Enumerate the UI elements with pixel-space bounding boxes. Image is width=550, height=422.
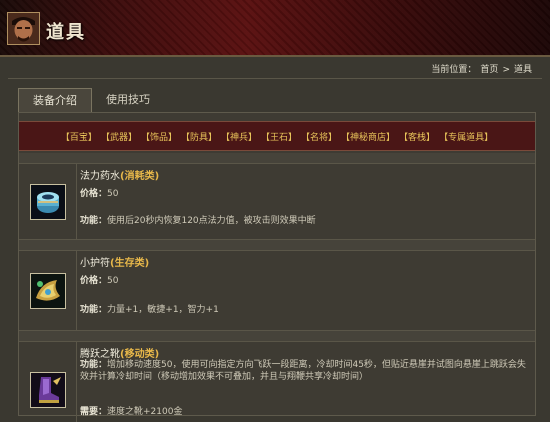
item-requirement: 需要：速度之靴+2100金 — [80, 404, 182, 417]
category-link-armor[interactable]: 【防具】 — [181, 130, 217, 143]
item-name: 腾跃之靴(移动类) — [80, 345, 159, 360]
item-function: 功能：增加移动速度50，使用可向指定方向飞跃一段距离，冷却时间45秒，但贴近悬崖… — [80, 359, 530, 383]
item-icon-cell — [19, 251, 77, 330]
tab-bar: 装备介绍 使用技巧 — [18, 88, 164, 112]
item-type: (生存类) — [110, 258, 150, 269]
item-row-leaping-boots: 腾跃之靴(移动类) 功能：增加移动速度50，使用可向指定方向飞跃一段距离，冷却时… — [19, 342, 535, 422]
function-text: 使用后20秒内恢复120点法力值，被攻击则效果中断 — [107, 216, 316, 226]
price-value: 50 — [107, 276, 119, 286]
category-link-inn[interactable]: 【客栈】 — [399, 130, 435, 143]
character-portrait — [7, 12, 40, 45]
function-label: 功能： — [80, 360, 108, 370]
category-link-weapons[interactable]: 【武器】 — [101, 130, 137, 143]
category-bar: 【百宝】 【武器】 【饰品】 【防具】 【神兵】 【王石】 【名将】 【神秘商店… — [19, 121, 535, 151]
breadcrumb-current: 道具 — [513, 65, 532, 75]
item-icon-cell — [19, 342, 77, 422]
header-divider — [8, 78, 542, 79]
item-type: (消耗类) — [120, 171, 160, 182]
item-price: 价格：50 — [80, 273, 118, 286]
item-name-text: 法力药水 — [80, 171, 120, 182]
item-row-small-amulet: 小护符(生存类) 价格：50 功能：力量+1，敏捷+1，智力+1 — [19, 251, 535, 331]
item-function: 功能：力量+1，敏捷+1，智力+1 — [80, 302, 219, 315]
tab-usage-tips[interactable]: 使用技巧 — [92, 88, 164, 112]
item-price: 价格：50 — [80, 186, 118, 199]
function-text: 增加移动速度50，使用可向指定方向飞跃一段距离，冷却时间45秒，但贴近悬崖并试图… — [80, 360, 526, 382]
boots-icon — [30, 372, 66, 408]
category-link-king-stones[interactable]: 【王石】 — [261, 130, 297, 143]
breadcrumb-separator: > — [502, 65, 510, 75]
row-separator-band — [19, 331, 535, 342]
item-name: 法力药水(消耗类) — [80, 167, 159, 182]
category-link-accessories[interactable]: 【饰品】 — [141, 130, 177, 143]
function-label: 功能： — [80, 216, 108, 226]
price-value: 50 — [107, 189, 119, 199]
breadcrumb-home-link[interactable]: 首页 — [480, 65, 498, 75]
row-separator-band — [19, 240, 535, 251]
function-label: 功能： — [80, 305, 108, 315]
category-link-mystery-shop[interactable]: 【神秘商店】 — [341, 130, 395, 143]
tab-equipment-intro[interactable]: 装备介绍 — [18, 88, 92, 112]
item-row-mana-potion: 法力药水(消耗类) 价格：50 功能：使用后20秒内恢复120点法力值，被攻击则… — [19, 164, 535, 240]
header-banner: 道具 — [0, 0, 550, 57]
item-icon-cell — [19, 164, 77, 239]
portrait-icon — [8, 13, 39, 44]
price-label: 价格： — [80, 189, 108, 199]
item-name-text: 小护符 — [80, 258, 110, 269]
function-text: 力量+1，敏捷+1，智力+1 — [107, 305, 219, 315]
category-link-baibao[interactable]: 【百宝】 — [61, 130, 97, 143]
page-title: 道具 — [46, 22, 86, 43]
breadcrumb: 当前位置： 首页 > 道具 — [429, 62, 534, 75]
price-label: 价格： — [80, 276, 108, 286]
item-name: 小护符(生存类) — [80, 254, 149, 269]
mana-potion-icon — [30, 184, 66, 220]
breadcrumb-prefix: 当前位置： — [431, 65, 477, 75]
content-panel: 【百宝】 【武器】 【饰品】 【防具】 【神兵】 【王石】 【名将】 【神秘商店… — [18, 112, 536, 422]
amulet-icon — [30, 273, 66, 309]
category-link-divine-weapons[interactable]: 【神兵】 — [221, 130, 257, 143]
list-header-band — [19, 153, 535, 164]
category-link-generals[interactable]: 【名将】 — [301, 130, 337, 143]
category-link-exclusive-items[interactable]: 【专属道具】 — [439, 130, 493, 143]
item-function: 功能：使用后20秒内恢复120点法力值，被攻击则效果中断 — [80, 213, 316, 226]
